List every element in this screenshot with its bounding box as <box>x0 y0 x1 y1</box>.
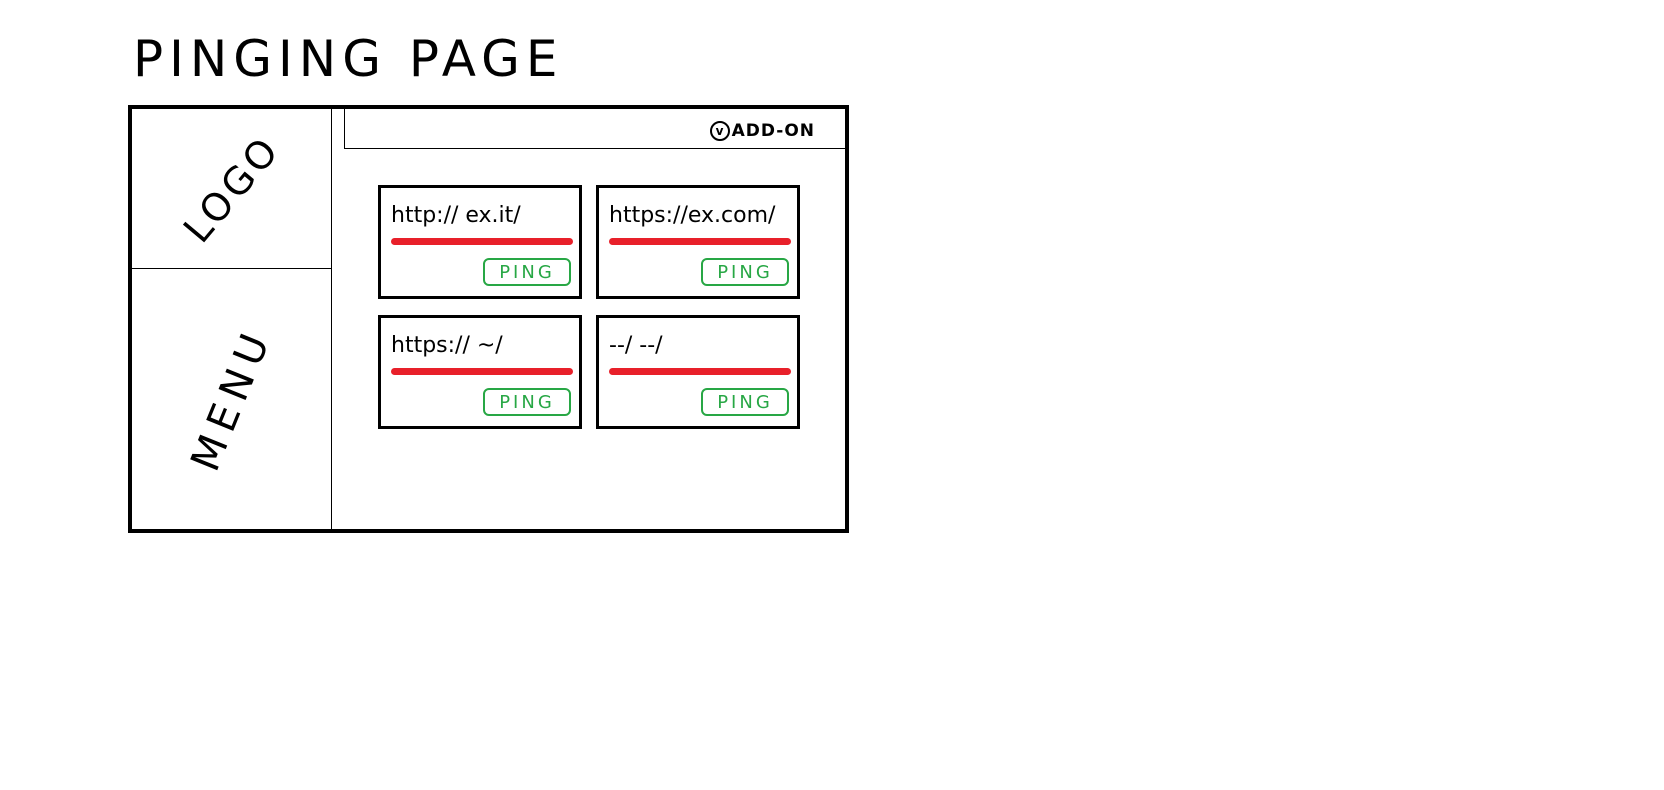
ping-card-grid: PING PING PING PING <box>378 185 800 429</box>
ping-button[interactable]: PING <box>701 388 789 416</box>
ping-button[interactable]: PING <box>483 388 571 416</box>
url-input[interactable] <box>609 202 789 228</box>
ping-card: PING <box>596 315 800 429</box>
url-input[interactable] <box>391 332 571 358</box>
url-underline <box>609 368 791 375</box>
top-bar: v ADD-ON <box>344 109 845 149</box>
app-window: LOGO MENU v ADD-ON PING PING PING <box>128 105 849 533</box>
ping-button[interactable]: PING <box>483 258 571 286</box>
url-input[interactable] <box>609 332 789 358</box>
menu-label: MENU <box>182 320 282 478</box>
chevron-down-icon: v <box>709 121 730 141</box>
add-on-label: ADD-ON <box>731 121 815 141</box>
url-input[interactable] <box>391 202 571 228</box>
url-underline <box>391 238 573 245</box>
logo-label: LOGO <box>174 126 290 251</box>
url-underline <box>609 238 791 245</box>
menu[interactable]: MENU <box>132 269 332 529</box>
ping-card: PING <box>378 315 582 429</box>
sidebar: LOGO MENU <box>132 109 332 529</box>
ping-card: PING <box>596 185 800 299</box>
add-on-button[interactable]: v ADD-ON <box>709 121 815 141</box>
ping-button[interactable]: PING <box>701 258 789 286</box>
url-underline <box>391 368 573 375</box>
logo: LOGO <box>132 109 332 269</box>
ping-card: PING <box>378 185 582 299</box>
page-title: PINGING PAGE <box>133 30 564 88</box>
